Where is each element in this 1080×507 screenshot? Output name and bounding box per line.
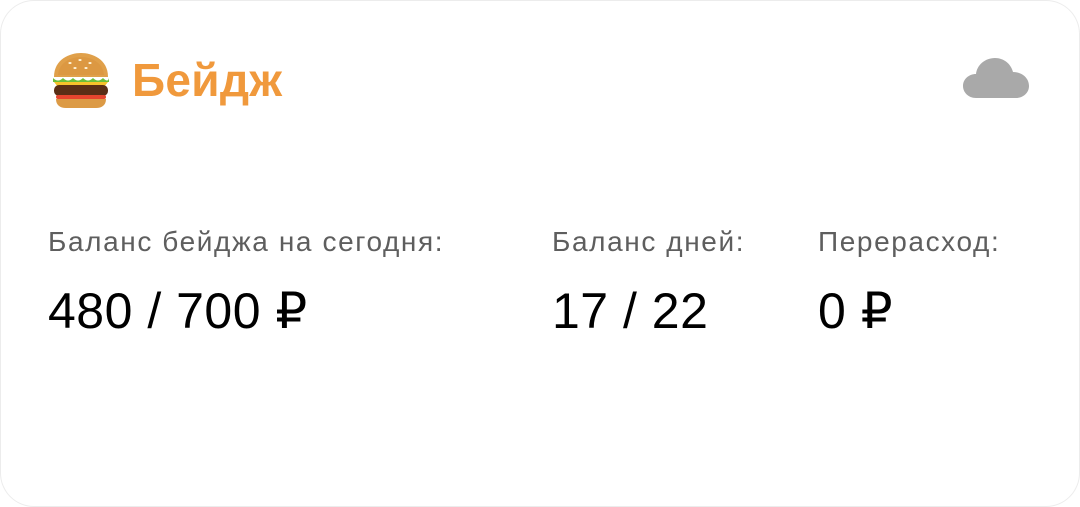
overspend-value: 0 ₽ xyxy=(818,283,894,339)
badge-balance-stat: Баланс бейджа на сегодня: 480 / 700 ₽ xyxy=(48,226,444,340)
days-balance-value: 17 / 22 xyxy=(552,283,709,339)
days-balance-label: Баланс дней: xyxy=(552,226,746,257)
widget-header: Бейдж xyxy=(48,44,282,116)
widget-title: Бейдж xyxy=(132,54,283,106)
badge-widget[interactable]: Бейдж Баланс бейджа на сегодня: 480 / 70… xyxy=(0,0,1080,507)
cloud-icon[interactable] xyxy=(962,56,1030,100)
days-balance-stat: Баланс дней: 17 / 22 xyxy=(552,226,745,340)
badge-balance-label: Баланс бейджа на сегодня: xyxy=(48,226,445,257)
overspend-label: Перерасход: xyxy=(818,226,1001,257)
burger-icon xyxy=(53,53,109,108)
badge-balance-value: 480 / 700 ₽ xyxy=(48,283,308,339)
overspend-stat: Перерасход: 0 ₽ xyxy=(818,226,1000,340)
